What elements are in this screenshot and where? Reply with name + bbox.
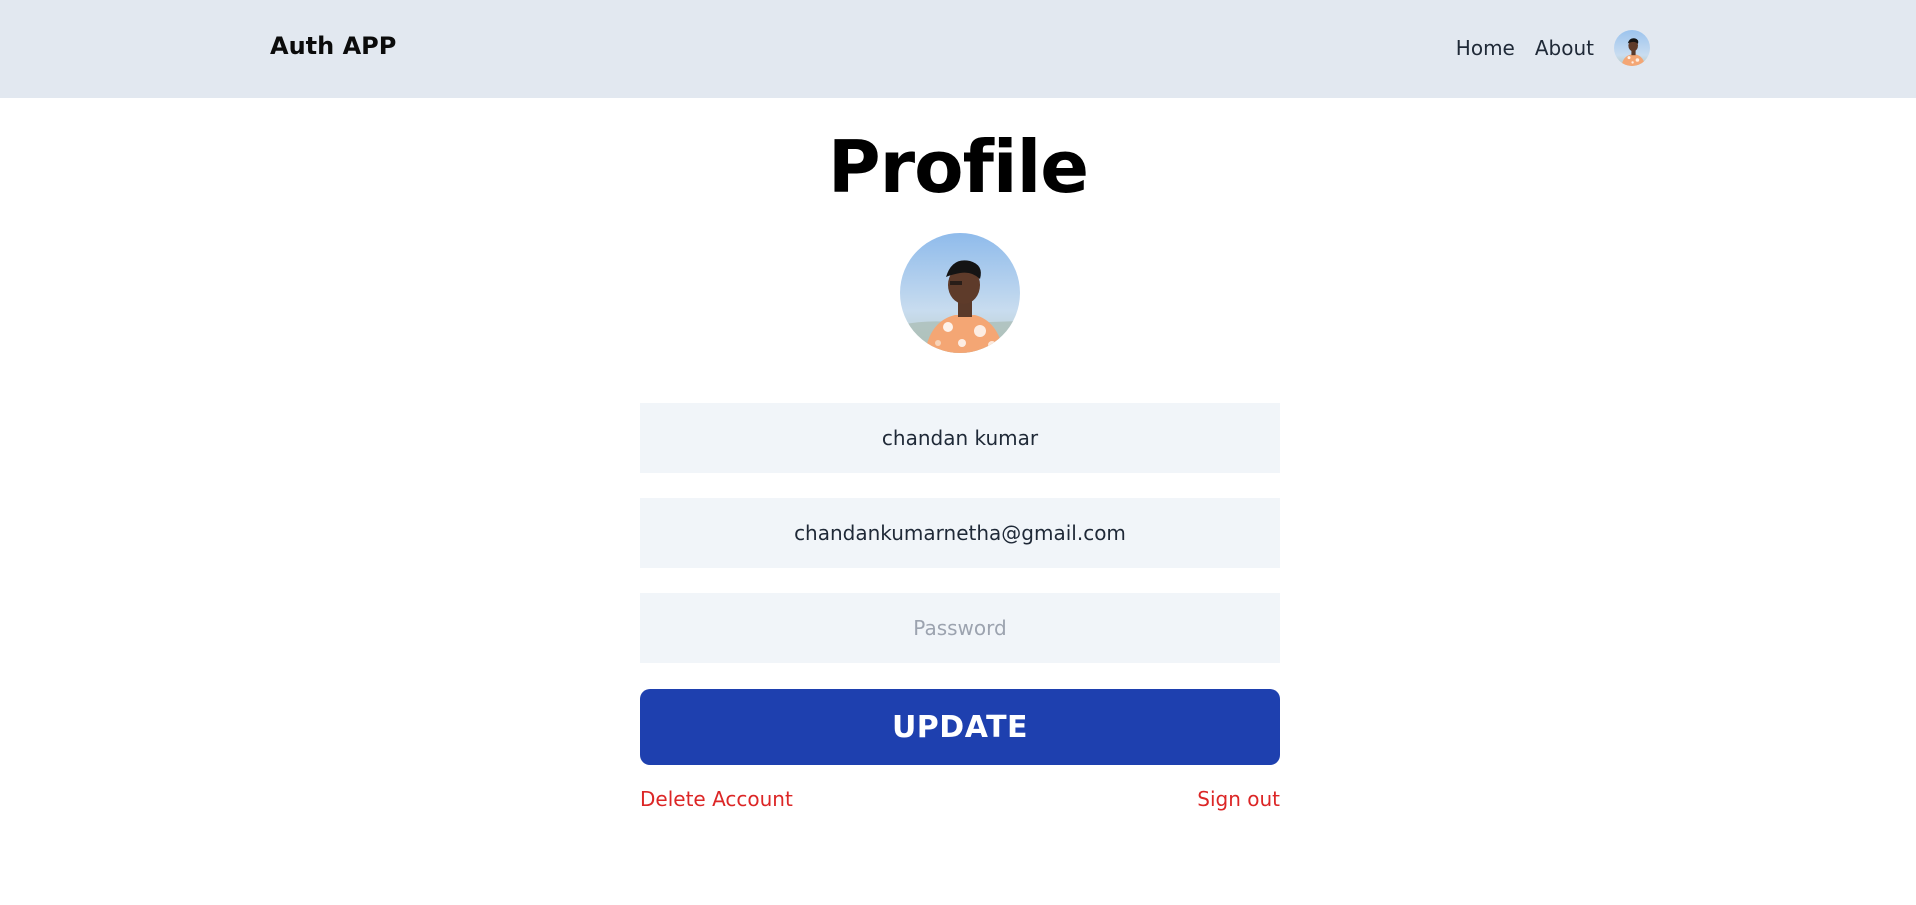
user-photo-icon: [900, 233, 1020, 353]
profile-main: Profile UPDATE Del: [0, 98, 1916, 905]
top-nav: Home About: [1456, 30, 1650, 66]
nav-home-link[interactable]: Home: [1456, 30, 1515, 66]
top-header: Auth APP Home About: [0, 0, 1916, 98]
update-button[interactable]: UPDATE: [640, 689, 1280, 765]
nav-about-link[interactable]: About: [1535, 30, 1594, 66]
delete-account-link[interactable]: Delete Account: [640, 787, 793, 811]
header-avatar[interactable]: [1614, 30, 1650, 66]
profile-avatar[interactable]: [900, 233, 1020, 353]
user-photo-icon: [1614, 30, 1650, 66]
name-field[interactable]: [640, 403, 1280, 473]
sign-out-link[interactable]: Sign out: [1197, 787, 1280, 811]
app-brand[interactable]: Auth APP: [270, 32, 396, 61]
page-title: Profile: [827, 125, 1089, 209]
password-field[interactable]: [640, 593, 1280, 663]
email-field[interactable]: [640, 498, 1280, 568]
